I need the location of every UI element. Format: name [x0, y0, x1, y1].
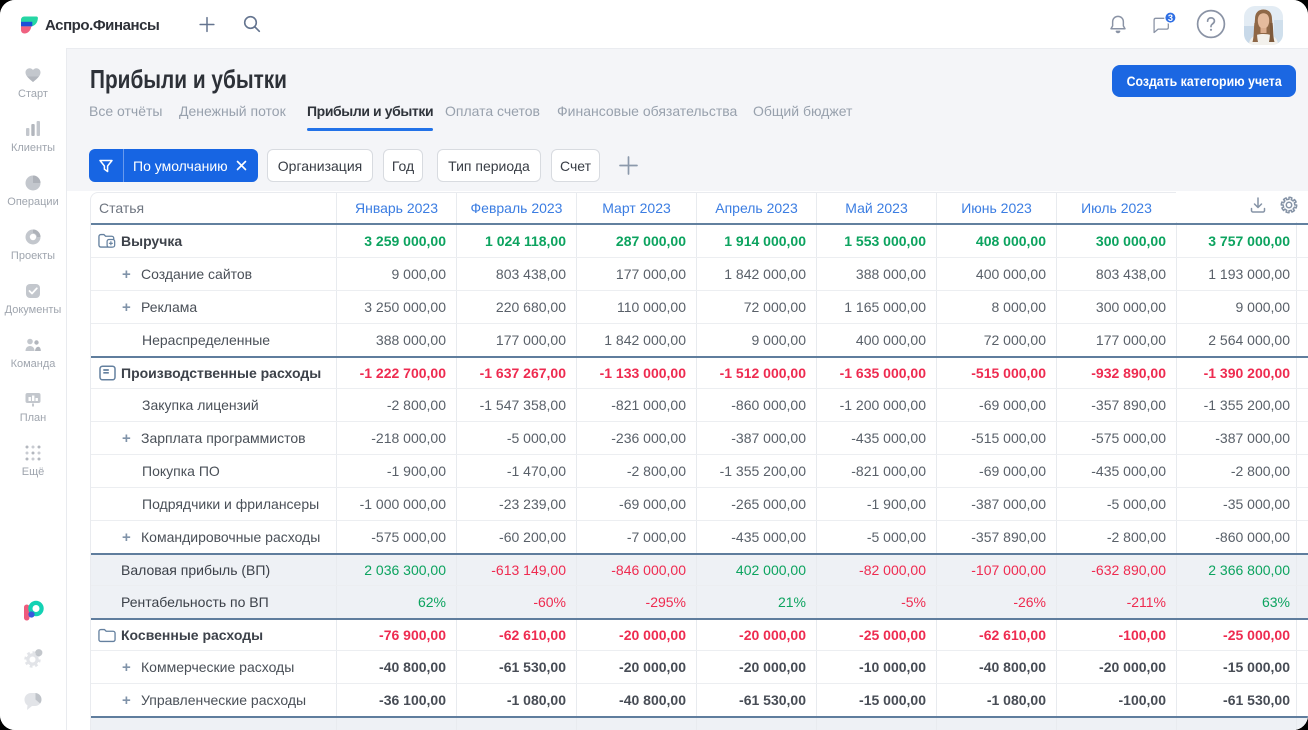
- svg-text:3: 3: [1168, 13, 1173, 23]
